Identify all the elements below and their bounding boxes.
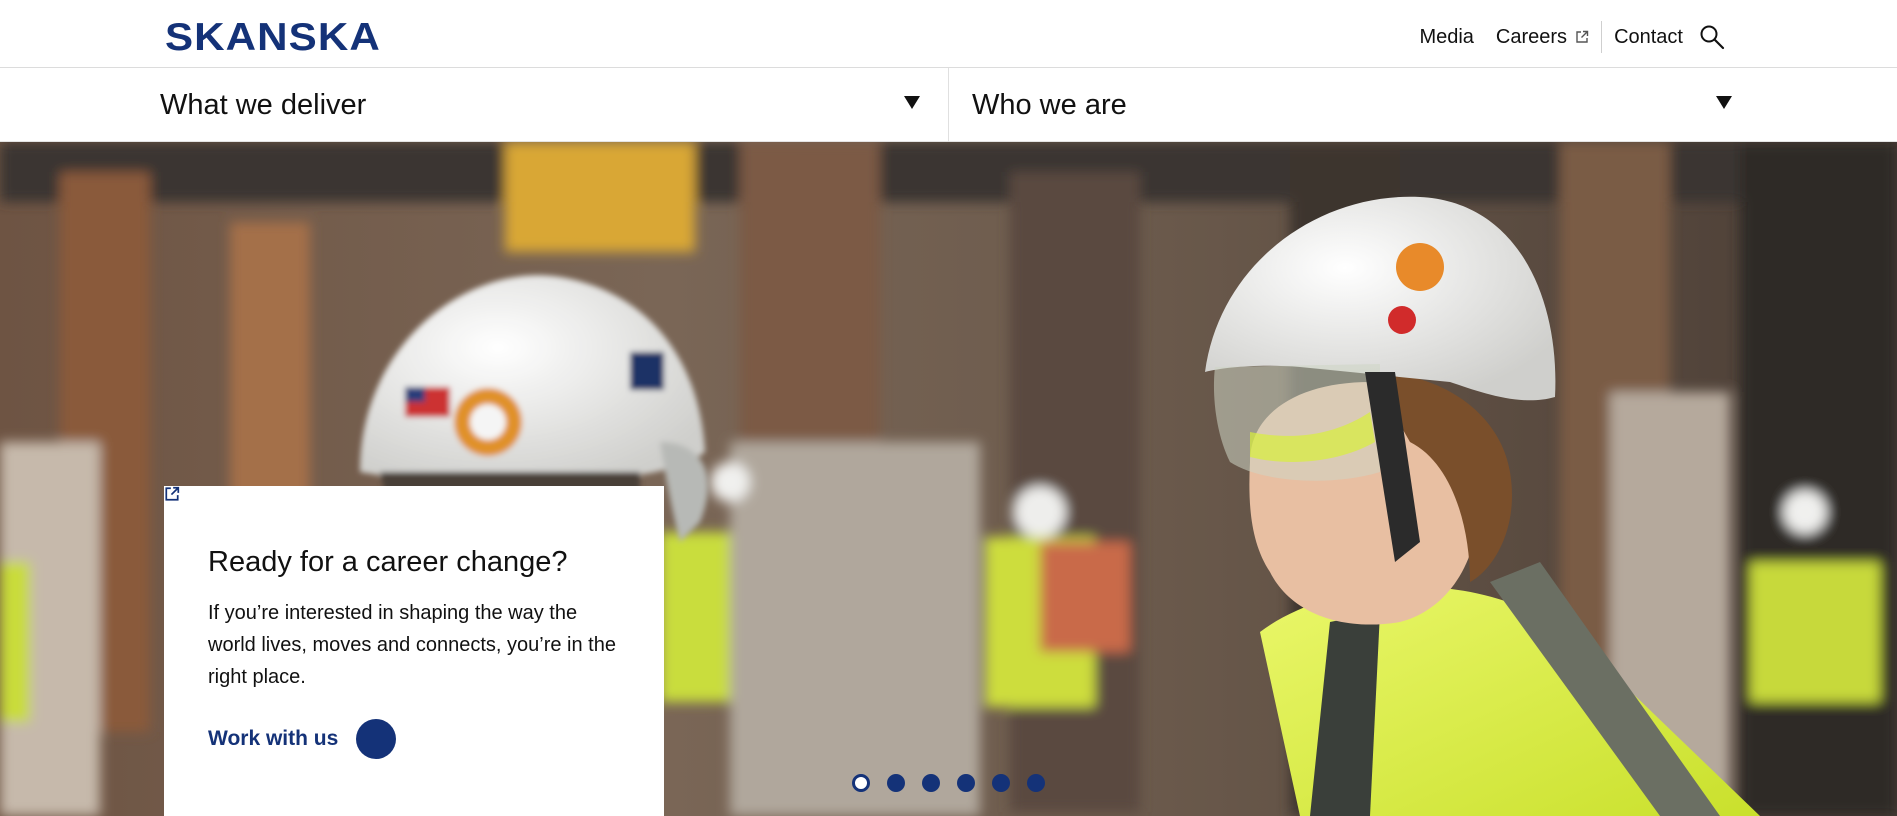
nav-who-we-are-label: Who we are [972, 88, 1127, 121]
nav-what-we-deliver-label: What we deliver [160, 88, 367, 121]
carousel-dots [852, 774, 1062, 792]
card-description: If you’re interested in shaping the way … [208, 602, 616, 688]
nav-divider [948, 68, 949, 142]
carousel-dot-6[interactable] [1027, 774, 1045, 792]
nav-what-we-deliver[interactable]: What we deliver [160, 68, 920, 142]
carousel-dot-2[interactable] [887, 774, 905, 792]
top-header: SKANSKA Media Careers Contact [0, 0, 1897, 68]
contact-link[interactable]: Contact [1614, 26, 1683, 49]
carousel-dot-1[interactable] [852, 774, 870, 792]
nav-who-we-are[interactable]: Who we are [972, 68, 1732, 142]
carousel-dot-4[interactable] [957, 774, 975, 792]
work-with-us-label: Work with us [208, 727, 339, 750]
work-with-us-link[interactable]: Work with us [165, 486, 620, 759]
card-title: Ready for a career change? [208, 546, 568, 578]
carousel-dot-3[interactable] [922, 774, 940, 792]
hero-carousel: Ready for a career change? If you’re int… [0, 142, 1897, 816]
caret-down-icon [1716, 96, 1732, 109]
external-link-icon [165, 486, 180, 501]
main-navigation: What we deliver Who we are [0, 68, 1897, 142]
media-link[interactable]: Media [1419, 26, 1473, 49]
skanska-logo[interactable]: SKANSKA [165, 18, 381, 57]
utility-nav: Media Careers Contact [1419, 21, 1725, 53]
career-card: Ready for a career change? If you’re int… [164, 486, 664, 816]
search-icon[interactable] [1699, 24, 1725, 50]
external-link-icon [1576, 30, 1589, 43]
careers-link[interactable]: Careers [1496, 26, 1589, 49]
careers-link-label: Careers [1495, 25, 1568, 48]
caret-down-icon [904, 96, 920, 109]
arrow-right-button[interactable] [165, 489, 397, 759]
utility-divider [1601, 21, 1603, 53]
carousel-dot-5[interactable] [992, 774, 1010, 792]
